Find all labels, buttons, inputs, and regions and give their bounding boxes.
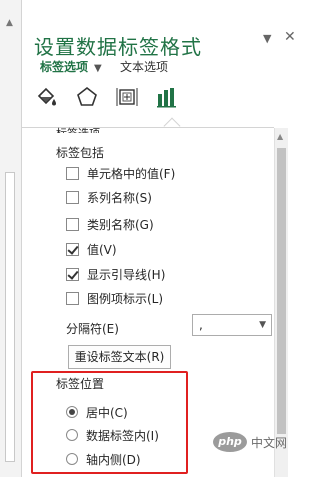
pane-scrollbar[interactable]: ▲: [274, 128, 288, 477]
reset-label-text-button[interactable]: 重设标签文本(R): [68, 345, 171, 369]
option-leader-lines[interactable]: 显示引导线(H): [66, 265, 165, 283]
checkbox[interactable]: [66, 190, 79, 204]
effects-pentagon-icon[interactable]: [74, 84, 100, 110]
checkbox[interactable]: [66, 217, 79, 231]
fill-line-icon[interactable]: [34, 84, 60, 110]
php-logo: php: [213, 432, 247, 452]
checkbox[interactable]: [66, 291, 79, 305]
options-content: 标签选项 标签包括 单元格中的值(F) 系列名称(S) 类别名称(G) 值(V)…: [22, 125, 274, 477]
sheet-scrollbar-thumb[interactable]: [5, 172, 15, 462]
separator-label: 分隔符(E): [66, 322, 119, 336]
option-value[interactable]: 值(V): [66, 240, 117, 258]
label-options-bar-chart-icon[interactable]: [154, 84, 180, 110]
option-legend-key[interactable]: 图例项标示(L): [66, 289, 163, 307]
option-category-icons: [34, 84, 214, 116]
sheet-edge-strip: ▲: [0, 0, 22, 477]
chevron-down-icon: ▼: [94, 63, 102, 74]
checkbox[interactable]: [66, 166, 79, 180]
size-properties-icon[interactable]: [114, 84, 140, 110]
pane-title: 设置数据标签格式: [34, 35, 202, 59]
label-contains-heading: 标签包括: [56, 146, 105, 160]
pane-options-dropdown-icon[interactable]: ▼: [263, 32, 271, 45]
scroll-up-icon[interactable]: ▲: [277, 132, 283, 141]
tab-label-options-text: 标签选项: [40, 60, 89, 74]
separator-value: ,: [199, 318, 203, 332]
label-position-highlight-box: [31, 371, 188, 474]
option-label: 值(V): [87, 242, 117, 257]
option-label: 图例项标示(L): [87, 291, 164, 306]
watermark-text: 中文网: [251, 435, 288, 450]
option-cell-value[interactable]: 单元格中的值(F): [66, 164, 175, 182]
option-label: 类别名称(G): [87, 217, 154, 232]
section-header-clipped: 标签选项: [56, 125, 100, 133]
separator-select[interactable]: , ▼: [192, 314, 272, 336]
option-label: 显示引导线(H): [87, 267, 166, 282]
checkbox-checked[interactable]: [66, 267, 79, 281]
tab-label-options[interactable]: 标签选项 ▼: [40, 58, 102, 75]
format-data-labels-pane: 设置数据标签格式 ▼ ✕ 标签选项 ▼ 文本选项 标签包括 单元格中的值(F) …: [22, 0, 305, 477]
pane-scrollbar-thumb[interactable]: [277, 148, 286, 434]
chevron-down-icon: ▼: [259, 320, 266, 330]
close-icon[interactable]: ✕: [284, 29, 296, 45]
tab-text-options[interactable]: 文本选项: [120, 58, 168, 75]
watermark: php 中文网: [213, 431, 287, 453]
option-category-name[interactable]: 类别名称(G): [66, 215, 154, 233]
option-label: 单元格中的值(F): [87, 166, 176, 181]
option-series-name[interactable]: 系列名称(S): [66, 188, 152, 206]
checkbox-checked[interactable]: [66, 242, 79, 256]
scroll-up-icon[interactable]: ▲: [6, 18, 13, 28]
option-label: 系列名称(S): [87, 190, 152, 205]
